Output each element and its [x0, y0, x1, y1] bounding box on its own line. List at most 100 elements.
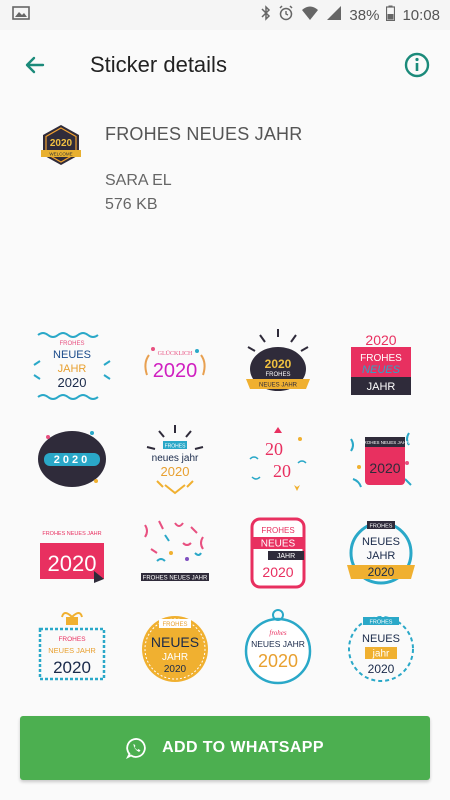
sticker-text: JAHR — [276, 553, 294, 560]
sticker-art-9: FROHES NEUES JAHR 2020 — [39, 531, 104, 583]
pack-size: 576 KB — [105, 196, 158, 213]
sticker-text: 2020 — [262, 564, 293, 580]
status-bar: 38% 10:08 — [0, 0, 450, 30]
sticker-text: FROHES — [59, 341, 84, 347]
battery-percent: 38% — [349, 6, 380, 24]
sticker-3[interactable]: 2020 FROHES NEUES JAHR — [226, 318, 329, 412]
sticker-2[interactable]: GLÜCKLICH 2020 — [123, 318, 226, 412]
sticker-10[interactable]: FROHES NEUES JAHR — [123, 506, 226, 600]
gallery-notification-icon — [12, 6, 30, 24]
sticker-8[interactable]: FROHES NEUES JAHR 2020 — [329, 412, 432, 506]
sticker-text: JAHR — [161, 652, 187, 663]
sticker-text: 2020 — [53, 454, 89, 466]
sticker-text: FROHES NEUES JAHR — [360, 440, 409, 445]
sticker-text: 2020 — [160, 464, 189, 479]
sticker-art-7: 20 20 — [248, 427, 307, 491]
sticker-text: 2020 — [152, 360, 197, 382]
sticker-text: FROHES — [369, 620, 392, 626]
sticker-art-16: FROHES NEUES jahr 2020 — [347, 616, 414, 682]
sticker-text: 2020 — [365, 332, 396, 348]
sticker-text: FROHES — [265, 372, 290, 378]
sticker-6[interactable]: FROHES neues jahr 2020 — [123, 412, 226, 506]
sticker-text: NEUES — [362, 536, 400, 548]
sticker-grid: FROHES NEUES JAHR 2020 GLÜCKLICH 2020 20… — [20, 318, 432, 694]
info-button[interactable] — [402, 50, 432, 80]
sticker-text: 2020 — [264, 357, 291, 371]
sticker-text: NEUES — [362, 364, 401, 376]
sticker-art-11: FROHES NEUES JAHR 2020 — [250, 517, 305, 589]
whatsapp-icon — [126, 738, 146, 759]
sticker-text: NEUES — [362, 633, 400, 645]
info-icon — [404, 52, 430, 78]
sticker-5[interactable]: 2020 — [20, 412, 123, 506]
sticker-text: 2020 — [47, 551, 96, 576]
battery-icon — [386, 5, 396, 25]
bluetooth-icon — [261, 5, 271, 25]
sticker-text: GLÜCKLICH — [157, 350, 192, 357]
add-to-whatsapp-button[interactable]: ADD TO WHATSAPP — [20, 716, 430, 780]
sticker-text: NEUES JAHR — [48, 646, 96, 655]
sticker-text: NEUES — [53, 349, 91, 361]
sticker-text: 2020 — [57, 375, 86, 390]
sticker-12[interactable]: FROHES NEUES JAHR 2020 — [329, 506, 432, 600]
add-button-label: ADD TO WHATSAPP — [162, 739, 324, 756]
sticker-art-10: FROHES NEUES JAHR — [140, 520, 209, 582]
sticker-text: FROHES — [164, 444, 186, 450]
sticker-art-2: GLÜCKLICH 2020 — [143, 347, 206, 382]
sticker-text: FROHES — [162, 622, 187, 628]
pack-author: SARA EL — [105, 172, 172, 189]
sticker-13[interactable]: FROHES NEUES JAHR 2020 — [20, 600, 123, 694]
sticker-art-12: FROHES NEUES JAHR 2020 — [346, 521, 415, 585]
sticker-text: 2020 — [367, 662, 394, 676]
app-bar: Sticker details — [0, 30, 450, 100]
sticker-text: 20 — [265, 439, 283, 459]
sticker-text: jahr — [371, 649, 389, 660]
back-button[interactable] — [20, 50, 50, 80]
sticker-art-1: FROHES NEUES JAHR 2020 — [32, 332, 111, 400]
tray-sub-text: WELCOME — [49, 152, 72, 157]
sticker-art-15: frohes NEUES JAHR 2020 — [244, 609, 311, 685]
sticker-text: 2020 — [163, 664, 186, 675]
sticker-text: JAHR — [57, 363, 86, 375]
sticker-text: 2020 — [367, 565, 394, 579]
sticker-text: NEUES — [150, 634, 198, 650]
alarm-icon — [278, 5, 294, 25]
sticker-text: JAHR — [366, 550, 395, 562]
sticker-text: FROHES — [261, 526, 294, 535]
sticker-text: FROHES — [58, 636, 86, 643]
sticker-art-5: 2020 — [37, 431, 106, 487]
tray-year-text: 2020 — [50, 138, 73, 149]
sticker-7[interactable]: 20 20 — [226, 412, 329, 506]
wifi-icon — [301, 5, 319, 25]
sticker-4[interactable]: 2020 FROHES NEUES JAHR — [329, 318, 432, 412]
sticker-art-3: 2020 FROHES NEUES JAHR — [245, 329, 310, 391]
sticker-16[interactable]: FROHES NEUES jahr 2020 — [329, 600, 432, 694]
page-title: Sticker details — [90, 52, 227, 77]
sticker-11[interactable]: FROHES NEUES JAHR 2020 — [226, 506, 329, 600]
sticker-9[interactable]: FROHES NEUES JAHR 2020 — [20, 506, 123, 600]
sticker-1[interactable]: FROHES NEUES JAHR 2020 — [20, 318, 123, 412]
sticker-text: NEUES JAHR — [258, 383, 297, 389]
sticker-text: 2020 — [257, 651, 297, 671]
sticker-text: frohes — [269, 629, 287, 637]
sticker-art-6: FROHES neues jahr 2020 — [146, 425, 203, 495]
sticker-15[interactable]: frohes NEUES JAHR 2020 — [226, 600, 329, 694]
sticker-text: FROHES NEUES JAHR — [42, 531, 101, 537]
sticker-text: FROHES — [360, 353, 402, 364]
arrow-back-icon — [25, 56, 45, 74]
sticker-text: 20 — [273, 461, 291, 481]
sticker-text: neues jahr — [151, 453, 198, 464]
sticker-text: FROHES NEUES JAHR — [142, 576, 207, 582]
sticker-text: NEUES JAHR — [251, 639, 305, 649]
sticker-pack-info: 2020 WELCOME FROHES NEUES JAHR SARA EL 5… — [0, 100, 450, 300]
sticker-text: FROHES — [369, 524, 392, 530]
sticker-14[interactable]: FROHES NEUES JAHR 2020 — [123, 600, 226, 694]
sticker-art-4: 2020 FROHES NEUES JAHR — [350, 332, 411, 395]
tray-icon: 2020 WELCOME — [38, 122, 84, 168]
sticker-text: 2020 — [53, 658, 91, 677]
pack-name: FROHES NEUES JAHR — [105, 124, 303, 144]
sticker-art-8: FROHES NEUES JAHR 2020 — [349, 432, 412, 488]
sticker-text: 2020 — [369, 460, 400, 476]
clock: 10:08 — [402, 6, 440, 24]
sticker-art-13: FROHES NEUES JAHR 2020 — [38, 612, 105, 681]
